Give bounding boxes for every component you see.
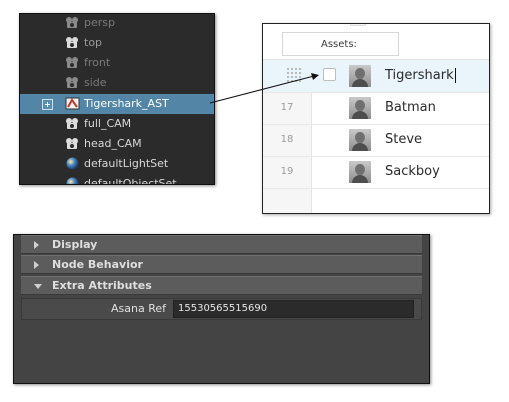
outliner-item-top[interactable]: top (20, 33, 214, 53)
expanded-triangle-icon (34, 284, 42, 289)
outliner-item-label: front (84, 56, 111, 69)
outliner-panel: persp top front side Tigershark_AST full… (19, 13, 215, 185)
outliner-item-persp[interactable]: persp (20, 14, 214, 33)
section-node-behavior[interactable]: Node Behavior (21, 255, 422, 274)
avatar (349, 161, 371, 183)
camera-icon (65, 56, 80, 69)
header-cell (350, 24, 366, 26)
outliner-item-default-object-set[interactable]: defaultObjectSet (20, 174, 214, 185)
outliner-item-front[interactable]: front (20, 53, 214, 73)
row-number: 18 (280, 134, 294, 145)
camera-icon (65, 137, 80, 150)
outliner-item-label: defaultLightSet (84, 157, 169, 170)
section-display[interactable]: Display (21, 235, 422, 254)
section-title: Extra Attributes (52, 279, 152, 292)
outliner-item-label: persp (84, 16, 115, 29)
task-checkbox[interactable] (323, 68, 336, 81)
sphere-icon (65, 157, 80, 170)
sphere-icon (65, 177, 80, 184)
task-name[interactable]: Steve (385, 124, 422, 156)
avatar (349, 97, 371, 119)
row-number: 17 (280, 102, 294, 113)
section-title: Display (52, 238, 98, 251)
outliner-item-head-cam[interactable]: head_CAM (20, 134, 214, 154)
attribute-row: Asana Ref 15530565515690 (21, 298, 422, 320)
drag-handle-icon[interactable] (287, 68, 305, 82)
avatar (349, 65, 371, 87)
asana-task-list: Assets: Tigershark 17 Batman 18 Steve 19… (262, 23, 490, 214)
collapsed-triangle-icon (34, 241, 39, 249)
avatar (349, 129, 371, 151)
attribute-editor-panel: Display Node Behavior Extra Attributes A… (13, 234, 430, 384)
task-name-text: Tigershark (385, 68, 454, 83)
outliner-item-label: top (84, 36, 103, 49)
section-extra-attributes[interactable]: Extra Attributes (21, 276, 422, 295)
row-number: 19 (280, 166, 294, 177)
camera-icon (65, 36, 80, 49)
text-cursor (454, 68, 456, 83)
section-title: Node Behavior (52, 258, 143, 271)
asset-node-icon (65, 97, 80, 110)
section-header[interactable]: Assets: (282, 32, 399, 56)
outliner-item-label: Tigershark_AST (84, 97, 169, 110)
outliner-item-label: defaultObjectSet (84, 177, 177, 185)
expand-icon[interactable] (42, 99, 53, 110)
task-row[interactable]: 19 Sackboy (263, 156, 489, 189)
task-row[interactable]: 17 Batman (263, 92, 489, 125)
camera-icon (65, 76, 80, 89)
attribute-label: Asana Ref (111, 302, 166, 315)
outliner-item-default-light-set[interactable]: defaultLightSet (20, 154, 214, 174)
collapsed-triangle-icon (34, 261, 39, 269)
task-name[interactable]: Tigershark (385, 60, 456, 92)
task-row[interactable]: Tigershark (263, 60, 489, 93)
outliner-item-full-cam[interactable]: full_CAM (20, 114, 214, 134)
outliner-item-label: head_CAM (84, 137, 142, 150)
outliner-item-label: side (84, 76, 107, 89)
outliner-item-label: full_CAM (84, 117, 132, 130)
outliner-item-tigershark-ast[interactable]: Tigershark_AST (20, 94, 214, 114)
asana-header: Assets: (263, 24, 489, 60)
asana-ref-field[interactable]: 15530565515690 (173, 300, 414, 318)
camera-icon (65, 16, 80, 29)
outliner-item-side[interactable]: side (20, 73, 214, 93)
task-row[interactable]: 18 Steve (263, 124, 489, 157)
task-name[interactable]: Batman (385, 92, 436, 124)
task-name[interactable]: Sackboy (385, 156, 440, 188)
camera-icon (65, 117, 80, 130)
